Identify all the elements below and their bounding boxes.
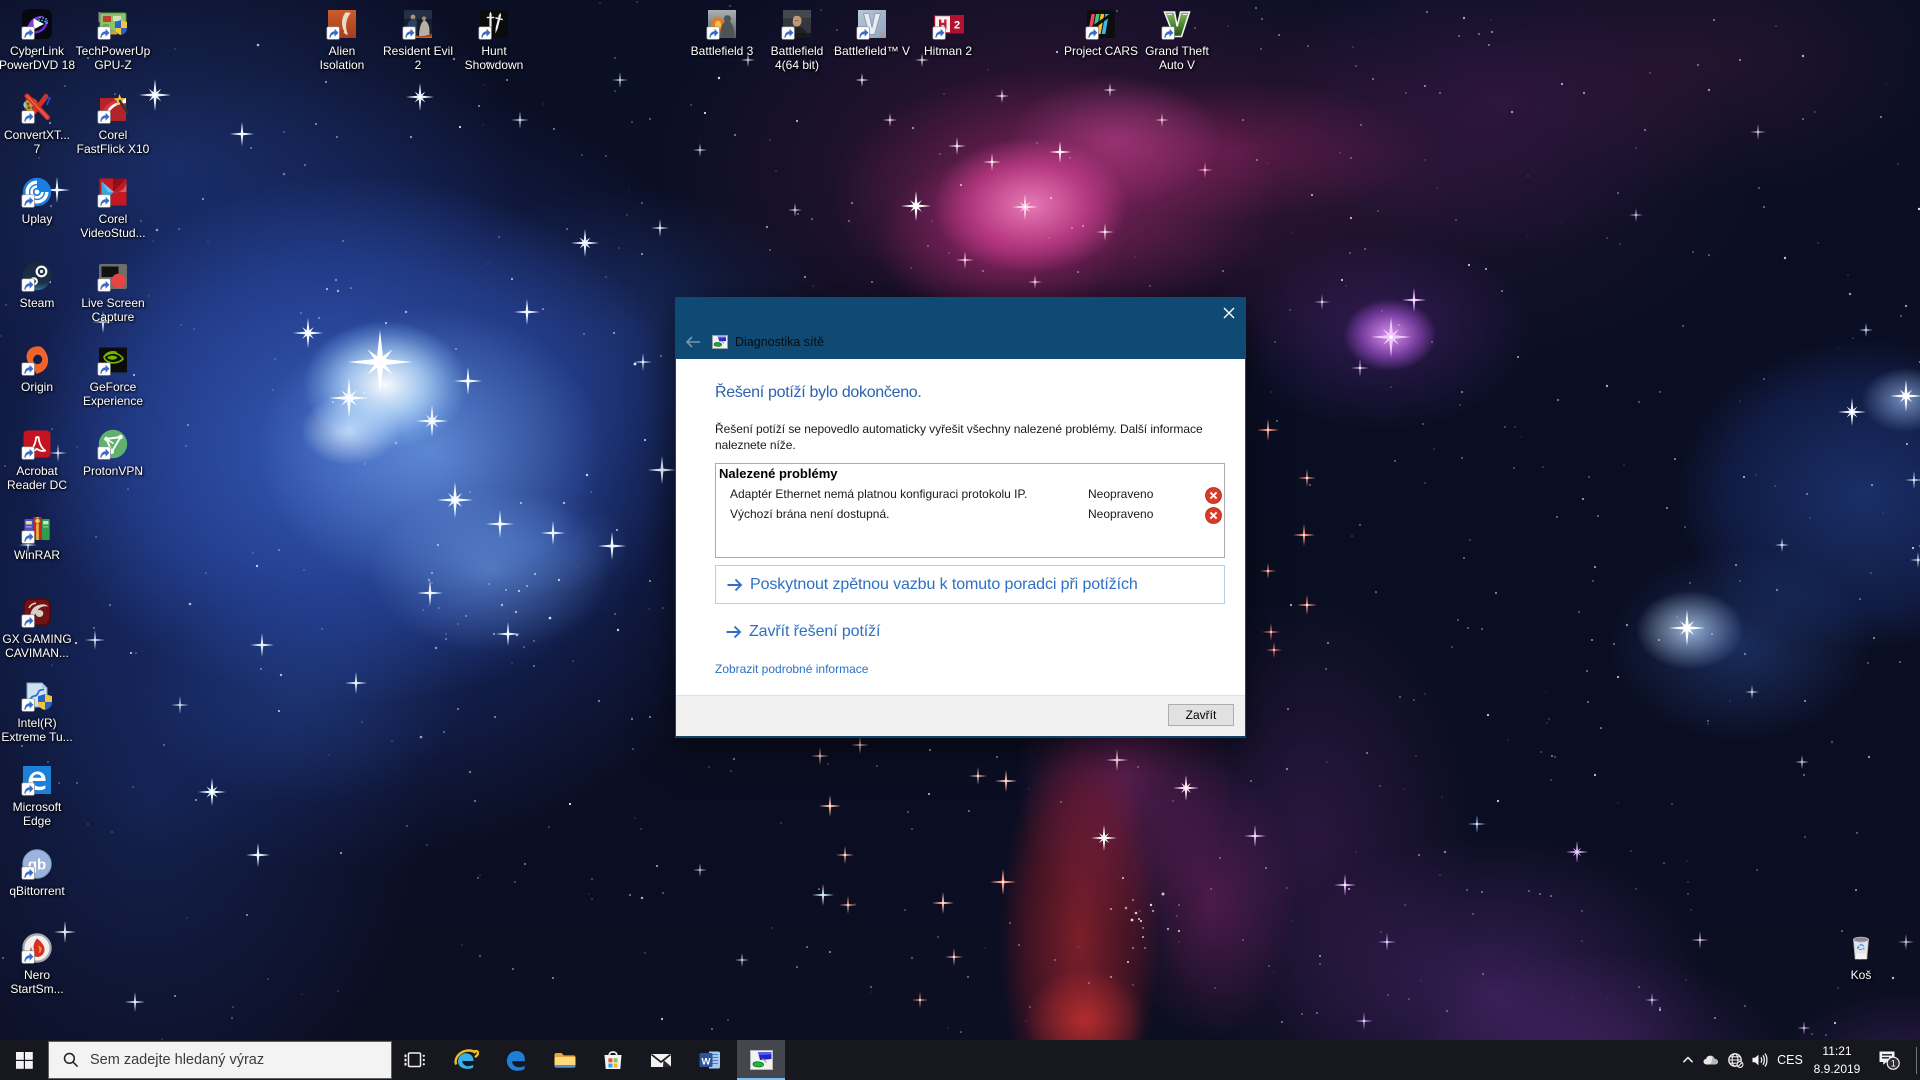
svg-text:7: 7 <box>45 96 51 108</box>
svg-text:1: 1 <box>1891 1059 1896 1069</box>
svg-text:W: W <box>702 1056 711 1067</box>
svg-text:2: 2 <box>954 20 960 32</box>
